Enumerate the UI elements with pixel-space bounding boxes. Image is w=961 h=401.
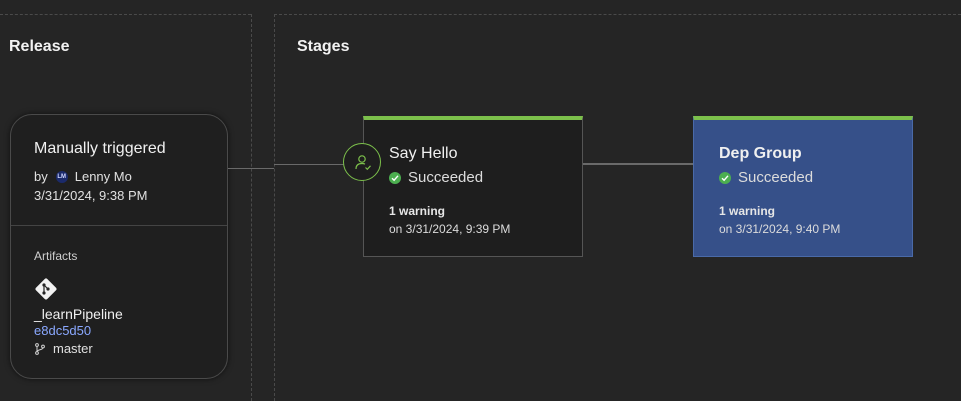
stage-dep-group[interactable]: Dep Group Succeeded 1 warning on 3/31/20…: [693, 116, 913, 257]
avatar: LM: [55, 170, 68, 183]
pre-deployment-approver-icon[interactable]: [343, 143, 381, 181]
section-top-border: [274, 14, 961, 15]
stage-name: Say Hello: [389, 145, 458, 162]
branch-icon: [35, 342, 45, 355]
check-circle-icon: [389, 171, 401, 184]
artifact-name[interactable]: _learnPipeline: [34, 306, 123, 322]
stage-say-hello[interactable]: Say Hello Succeeded 1 warning on 3/31/20…: [363, 116, 583, 257]
stage-warning[interactable]: 1 warning: [719, 204, 775, 218]
release-section-title: Release: [9, 38, 70, 55]
stage-status: Succeeded: [719, 169, 813, 186]
by-label: by: [34, 169, 48, 184]
stage-name: Dep Group: [719, 145, 802, 162]
artifacts-label: Artifacts: [34, 249, 78, 263]
divider: [11, 225, 227, 226]
release-date: 3/31/2024, 9:38 PM: [34, 188, 148, 203]
stage-connector: [583, 163, 693, 165]
stage-status: Succeeded: [389, 169, 483, 186]
section-top-border: [0, 14, 251, 15]
release-stage-connector: [274, 164, 344, 165]
stage-timestamp: on 3/31/2024, 9:39 PM: [389, 222, 511, 236]
check-circle-icon: [719, 171, 731, 184]
user-name[interactable]: Lenny Mo: [75, 169, 132, 184]
stage-status-label: Succeeded: [408, 169, 484, 186]
branch: master: [34, 341, 93, 356]
section-divider: [274, 14, 275, 401]
stage-status-label: Succeeded: [738, 169, 814, 186]
release-connector: [228, 168, 274, 169]
release-trigger: Manually triggered: [34, 140, 166, 157]
commit-link[interactable]: e8dc5d50: [34, 323, 91, 338]
section-divider: [251, 14, 252, 401]
stages-section-title: Stages: [297, 38, 350, 55]
stage-warning[interactable]: 1 warning: [389, 204, 445, 218]
stage-timestamp: on 3/31/2024, 9:40 PM: [719, 222, 841, 236]
release-card[interactable]: Manually triggered by LM Lenny Mo 3/31/2…: [10, 114, 228, 379]
branch-name: master: [53, 341, 93, 356]
git-icon: [34, 277, 58, 301]
release-triggered-by: by LM Lenny Mo: [34, 169, 132, 184]
